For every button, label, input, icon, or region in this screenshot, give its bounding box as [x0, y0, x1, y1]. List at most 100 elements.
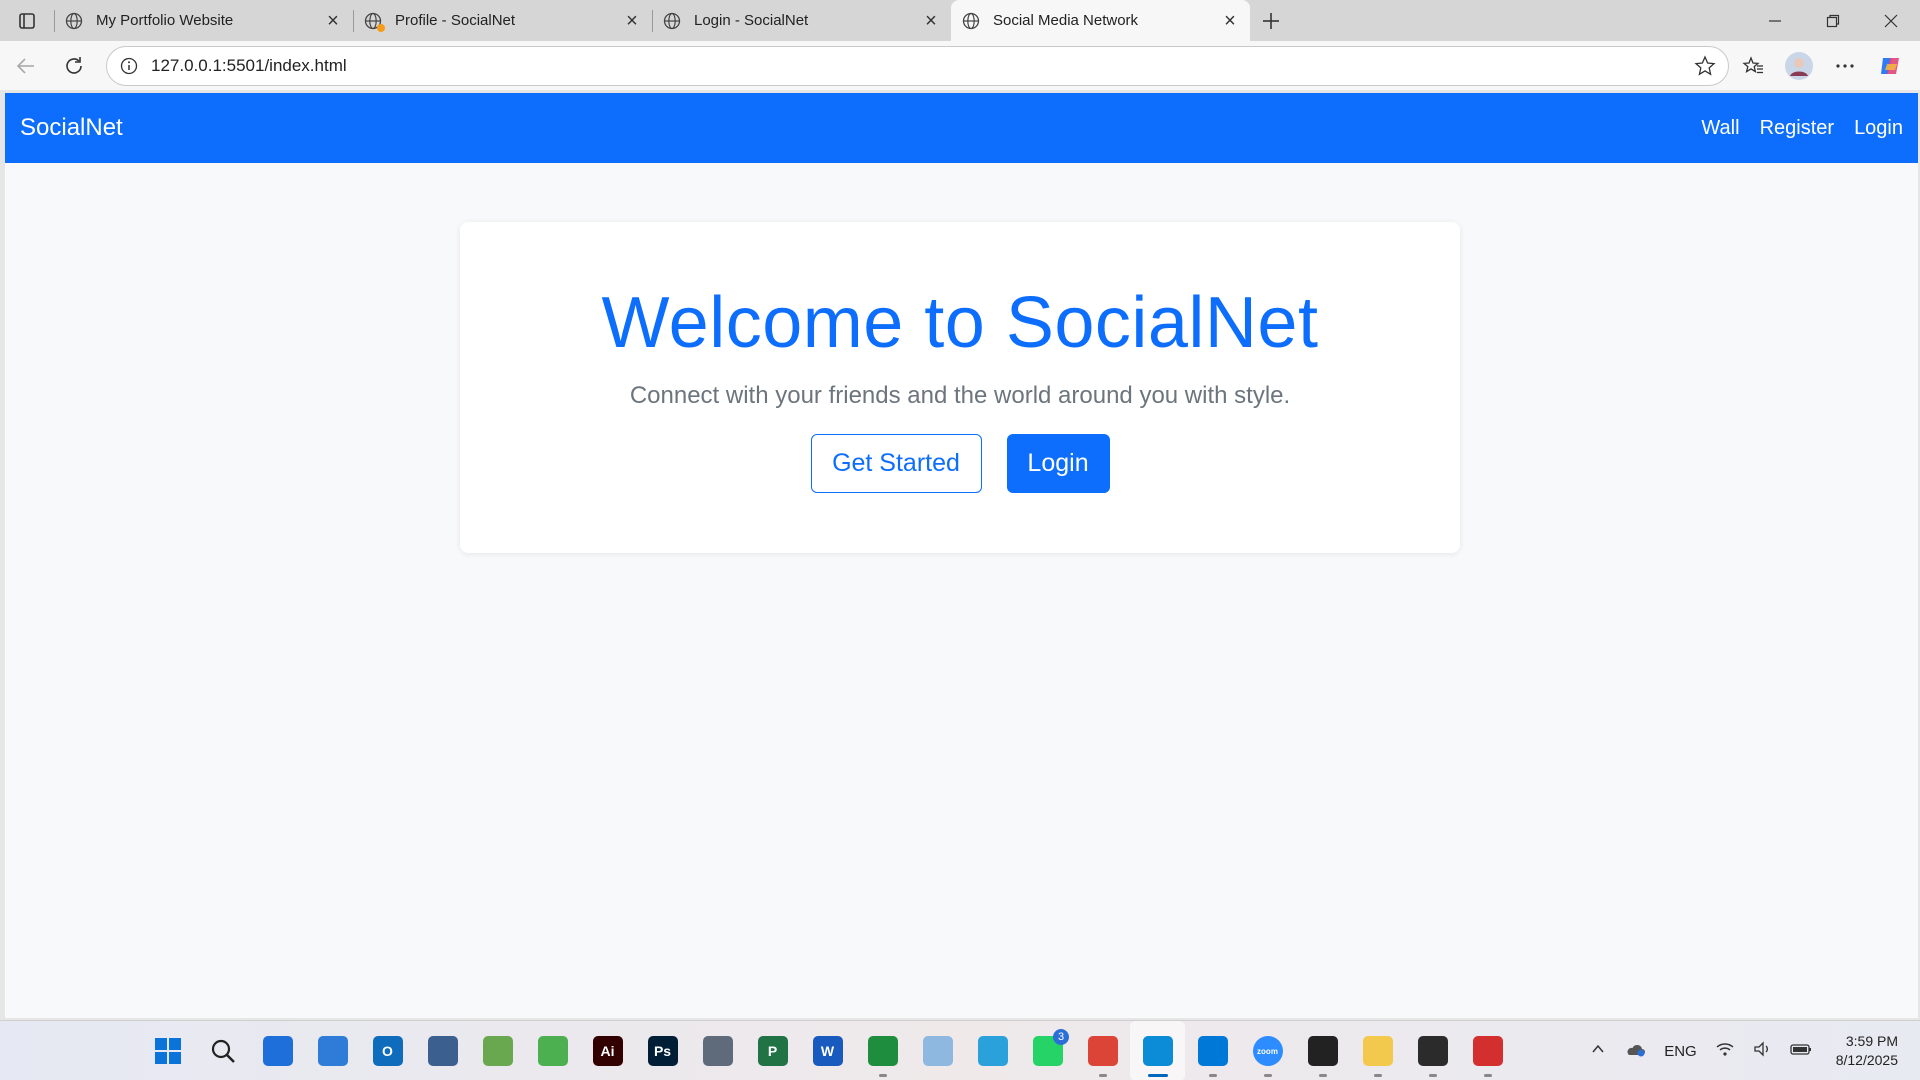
new-tab-button[interactable]	[1250, 0, 1292, 41]
tab-profile[interactable]: Profile - SocialNet ×	[353, 0, 652, 41]
activity-dot	[377, 23, 385, 32]
search-icon	[208, 1036, 238, 1066]
volume-icon[interactable]	[1753, 1041, 1771, 1061]
clock[interactable]: 3:59 PM 8/12/2025	[1836, 1032, 1898, 1070]
edge-taskbar-button[interactable]	[1130, 1021, 1185, 1080]
url-text[interactable]: 127.0.0.1:5501/index.html	[151, 56, 1694, 76]
terminal-icon	[1417, 1036, 1448, 1066]
running-indicator	[1428, 1074, 1437, 1077]
brand-logo[interactable]: SocialNet	[20, 114, 123, 142]
close-icon[interactable]: ×	[323, 11, 343, 31]
clock-time: 3:59 PM	[1845, 1033, 1898, 1049]
hero-subtitle: Connect with your friends and the world …	[629, 382, 1291, 409]
back-arrow-icon	[16, 57, 34, 74]
tab-title: My Portfolio Website	[96, 12, 234, 29]
page-viewport: SocialNet Wall Register Login Welcome to…	[5, 93, 1918, 1018]
clock-date: 8/12/2025	[1835, 1052, 1898, 1068]
tab-title: Social Media Network	[993, 12, 1139, 29]
acrobat-taskbar-button[interactable]	[1460, 1021, 1515, 1080]
image-viewer-taskbar-button[interactable]	[470, 1021, 525, 1080]
terminal-taskbar-button[interactable]	[1405, 1021, 1460, 1080]
tab-title: Profile - SocialNet	[395, 12, 516, 29]
file-explorer-taskbar-button[interactable]	[1350, 1021, 1405, 1080]
favorites-icon	[1742, 55, 1763, 73]
copilot-icon	[1881, 57, 1899, 74]
get-started-button[interactable]: Get Started	[810, 434, 982, 493]
photoshop-taskbar-button[interactable]: Ps	[635, 1021, 690, 1080]
favorite-star-icon[interactable]	[1694, 54, 1716, 77]
photoshop-icon: Ps	[647, 1036, 678, 1066]
globe-icon	[961, 11, 981, 31]
sticky-notes-icon	[1307, 1036, 1338, 1066]
copilot-button[interactable]	[1869, 48, 1913, 84]
remote-desktop-taskbar-button[interactable]	[910, 1021, 965, 1080]
taskbar: O Ai Ps P W 3 zoom ENG 3:59 PM 8/12/2025	[0, 1020, 1920, 1080]
chevron-up-icon[interactable]	[1590, 1041, 1606, 1061]
running-indicator	[1208, 1074, 1217, 1077]
avatar	[1785, 51, 1813, 80]
vscode-icon	[1197, 1036, 1228, 1066]
word-taskbar-button[interactable]: W	[800, 1021, 855, 1080]
more-button[interactable]	[1823, 48, 1867, 84]
whatsapp-taskbar-button[interactable]: 3	[1020, 1021, 1075, 1080]
language-indicator[interactable]: ENG	[1664, 1043, 1697, 1060]
close-window-button[interactable]	[1862, 0, 1920, 41]
hero-buttons: Get Started Login	[460, 434, 1460, 493]
back-button[interactable]	[4, 48, 48, 84]
remote-desktop-icon	[922, 1036, 953, 1066]
favorites-button[interactable]	[1731, 48, 1775, 84]
profile-button[interactable]	[1777, 48, 1821, 84]
nav-link-wall[interactable]: Wall	[1701, 117, 1739, 140]
project-taskbar-button[interactable]: P	[745, 1021, 800, 1080]
calculator-icon	[702, 1036, 733, 1066]
globe-icon	[662, 11, 682, 31]
running-indicator	[1147, 1074, 1168, 1077]
close-icon[interactable]: ×	[921, 11, 941, 31]
refresh-button[interactable]	[52, 48, 96, 84]
file-explorer-icon	[1362, 1036, 1393, 1066]
store-taskbar-button[interactable]	[250, 1021, 305, 1080]
mysql-workbench-taskbar-button[interactable]	[415, 1021, 470, 1080]
nav-links: Wall Register Login	[1701, 117, 1903, 140]
address-bar[interactable]: 127.0.0.1:5501/index.html	[106, 45, 1729, 86]
calculator-taskbar-button[interactable]	[690, 1021, 745, 1080]
nav-link-register[interactable]: Register	[1760, 117, 1834, 140]
nav-link-login[interactable]: Login	[1854, 117, 1903, 140]
minimize-button[interactable]	[1746, 0, 1804, 41]
site-info-icon[interactable]	[119, 56, 139, 76]
tab-strip: My Portfolio Website × Profile - SocialN…	[0, 0, 1920, 41]
sheets-taskbar-button[interactable]	[855, 1021, 910, 1080]
refresh-icon	[66, 56, 82, 74]
close-icon[interactable]: ×	[622, 11, 642, 31]
wifi-icon[interactable]	[1715, 1041, 1735, 1061]
tab-portfolio[interactable]: My Portfolio Website ×	[54, 0, 353, 41]
login-button[interactable]: Login	[1006, 434, 1110, 493]
battery-icon[interactable]	[1789, 1041, 1813, 1061]
zoom-taskbar-button[interactable]: zoom	[1240, 1021, 1295, 1080]
project-icon: P	[757, 1036, 788, 1066]
telegram-taskbar-button[interactable]	[965, 1021, 1020, 1080]
close-icon[interactable]: ×	[1220, 11, 1240, 31]
restore-button[interactable]	[1804, 0, 1862, 41]
tab-actions-button[interactable]	[0, 0, 54, 41]
illustrator-icon: Ai	[592, 1036, 623, 1066]
search-taskbar-button[interactable]	[195, 1021, 250, 1080]
calendar-taskbar-button[interactable]	[305, 1021, 360, 1080]
sticky-notes-taskbar-button[interactable]	[1295, 1021, 1350, 1080]
hero-card: Welcome to SocialNet Connect with your f…	[460, 222, 1460, 553]
start-taskbar-button[interactable]	[140, 1021, 195, 1080]
window-controls	[1746, 0, 1920, 41]
chrome-taskbar-button[interactable]	[1075, 1021, 1130, 1080]
edge-icon	[1142, 1036, 1173, 1066]
acrobat-icon	[1472, 1036, 1503, 1066]
tab-social-media-network[interactable]: Social Media Network ×	[951, 0, 1250, 41]
tab-login[interactable]: Login - SocialNet ×	[652, 0, 951, 41]
onedrive-icon[interactable]	[1624, 1041, 1646, 1061]
outlook-taskbar-button[interactable]: O	[360, 1021, 415, 1080]
illustrator-taskbar-button[interactable]: Ai	[580, 1021, 635, 1080]
spreadsheet-tool-taskbar-button[interactable]	[525, 1021, 580, 1080]
plus-icon	[1263, 12, 1279, 29]
vscode-taskbar-button[interactable]	[1185, 1021, 1240, 1080]
telegram-icon	[977, 1036, 1008, 1066]
word-icon: W	[812, 1036, 843, 1066]
